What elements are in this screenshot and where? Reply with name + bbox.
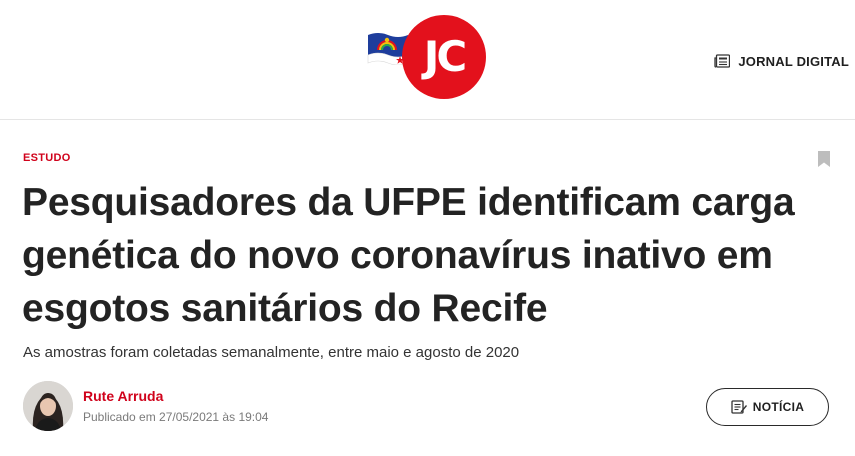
badge-label: NOTÍCIA [752,400,805,414]
author-photo [23,381,73,431]
article-title: Pesquisadores da UFPE identificam carga … [22,181,795,330]
jc-logo[interactable]: JC [366,15,486,105]
author-info: Rute Arruda Publicado em 27/05/2021 às 1… [83,388,268,424]
jornal-digital-link[interactable]: JORNAL DIGITAL [714,51,849,71]
newspaper-icon [714,54,731,68]
bookmark-icon[interactable] [817,150,831,168]
news-type-badge[interactable]: NOTÍCIA [706,388,829,426]
author-avatar[interactable] [23,381,73,431]
author-block: Rute Arruda Publicado em 27/05/2021 às 1… [23,381,268,431]
site-header: JC JORNAL DIGITAL [0,0,855,120]
author-name[interactable]: Rute Arruda [83,388,268,404]
logo-text: JC [423,32,467,81]
category-tag[interactable]: ESTUDO [23,152,71,164]
publish-date: Publicado em 27/05/2021 às 19:04 [83,410,269,424]
article-subtitle: As amostras foram coletadas semanalmente… [23,344,520,361]
jornal-digital-label: JORNAL DIGITAL [738,53,849,69]
article-icon [731,400,747,414]
